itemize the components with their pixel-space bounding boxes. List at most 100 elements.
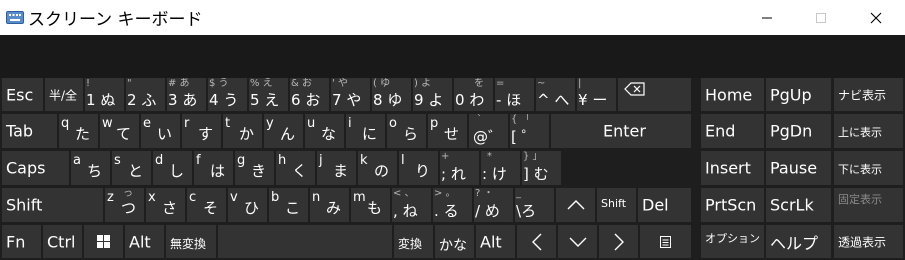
key-arrow-down[interactable] — [558, 225, 597, 258]
key-fn[interactable]: Fn — [2, 225, 41, 258]
key-kana: ひ — [244, 199, 260, 217]
minimize-button[interactable] — [744, 0, 790, 35]
key-shift-right[interactable]: Shift — [597, 188, 636, 222]
key-shift-left[interactable]: Shift — [2, 188, 103, 222]
key-backslash[interactable]: _ \ろ — [515, 188, 554, 222]
key-prtscn[interactable]: PrtScn — [701, 188, 764, 222]
maximize-button[interactable] — [798, 0, 844, 35]
key-left-bracket[interactable]: { 「 [ ゜ — [510, 114, 549, 148]
key-colon[interactable]: *: け — [481, 151, 520, 185]
key-backspace[interactable] — [618, 78, 691, 111]
key-9[interactable]: ) よ 9 よ — [413, 78, 452, 111]
key-n[interactable]: nみ — [310, 188, 349, 222]
key-windows[interactable] — [84, 225, 123, 258]
key-label: 1 ぬ — [86, 91, 116, 109]
key-e[interactable]: eい — [141, 114, 180, 148]
key-j[interactable]: jま — [317, 151, 356, 185]
key-navi-display[interactable]: ナビ表示 — [834, 78, 903, 111]
key-l[interactable]: lり — [399, 151, 438, 185]
key-s[interactable]: sと — [112, 151, 151, 185]
key-help[interactable]: ヘルプ — [766, 225, 831, 258]
key-k[interactable]: kの — [358, 151, 397, 185]
key-8[interactable]: ( ゆ 8 ゆ — [372, 78, 411, 111]
key-options[interactable]: オプション — [701, 225, 764, 258]
key-z[interactable]: zっつ — [105, 188, 144, 222]
key-caret[interactable]: ~ ^ へ — [536, 78, 575, 111]
key-h[interactable]: hく — [276, 151, 315, 185]
key-dock[interactable]: 固定表示 — [834, 188, 903, 222]
key-end[interactable]: End — [701, 114, 764, 148]
key-hankaku-zenkaku[interactable]: 半/全 — [45, 78, 83, 111]
key-label: 半/全 — [49, 88, 78, 102]
key-g[interactable]: gき — [235, 151, 274, 185]
key-d[interactable]: dし — [153, 151, 192, 185]
key-pause[interactable]: Pause — [766, 151, 831, 185]
key-x[interactable]: xさ — [146, 188, 185, 222]
key-comma[interactable]: < 、 , ね — [392, 188, 431, 222]
key-q[interactable]: qた — [59, 114, 98, 148]
key-o[interactable]: oら — [387, 114, 426, 148]
key-label: Home — [705, 85, 753, 104]
key-henkan[interactable]: 変換 — [394, 225, 433, 258]
key-kana[interactable]: かな — [435, 225, 474, 258]
key-b[interactable]: bこ — [269, 188, 308, 222]
key-7[interactable]: ' や 7 や — [331, 78, 370, 111]
key-c[interactable]: cそ — [187, 188, 226, 222]
key-minus[interactable]: = - ほ — [495, 78, 534, 111]
key-r[interactable]: rす — [182, 114, 221, 148]
key-arrow-right[interactable] — [599, 225, 638, 258]
key-5[interactable]: % え 5 え — [249, 78, 288, 111]
key-p[interactable]: pせ — [428, 114, 467, 148]
key-m[interactable]: mも — [351, 188, 390, 222]
key-insert[interactable]: Insert — [701, 151, 764, 185]
key-space[interactable] — [218, 225, 392, 258]
key-slash[interactable]: ? ・ / め — [474, 188, 513, 222]
key-muhenkan[interactable]: 無変換 — [166, 225, 216, 258]
key-label: End — [705, 121, 736, 141]
key-arrow-up[interactable] — [556, 188, 595, 222]
key-fade[interactable]: 透過表示 — [834, 225, 903, 258]
key-esc[interactable]: Esc — [2, 78, 43, 111]
key-home[interactable]: Home — [701, 78, 764, 111]
close-button[interactable] — [853, 0, 899, 35]
key-2[interactable]: " 2 ふ — [126, 78, 165, 111]
key-alt-right[interactable]: Alt — [476, 225, 515, 258]
key-at[interactable]: ` @゛ — [469, 114, 508, 148]
key-pgdn[interactable]: PgDn — [766, 114, 831, 148]
maximize-icon — [816, 12, 826, 23]
key-letter: g — [237, 153, 246, 168]
key-arrow-left[interactable] — [517, 225, 556, 258]
key-letter: q — [61, 116, 70, 131]
key-f[interactable]: fは — [194, 151, 233, 185]
key-tab[interactable]: Tab — [2, 114, 57, 148]
key-enter[interactable]: Enter — [551, 114, 691, 148]
key-3[interactable]: # あ 3 あ — [167, 78, 206, 111]
key-move-up[interactable]: 上に表示 — [834, 114, 903, 148]
key-ctrl[interactable]: Ctrl — [43, 225, 82, 258]
key-kana: そ — [203, 199, 219, 217]
key-kana: に — [362, 125, 378, 143]
key-right-bracket[interactable]: } 」] む — [522, 151, 561, 185]
key-pgup[interactable]: PgUp — [766, 78, 831, 111]
key-move-down[interactable]: 下に表示 — [834, 151, 903, 185]
key-scrlk[interactable]: ScrLk — [766, 188, 831, 222]
key-alt-left[interactable]: Alt — [125, 225, 164, 258]
key-shift-label: ( ゆ — [373, 78, 391, 89]
key-del[interactable]: Del — [638, 188, 691, 222]
key-u[interactable]: uな — [305, 114, 344, 148]
key-y[interactable]: yん — [264, 114, 303, 148]
key-t[interactable]: tか — [223, 114, 262, 148]
key-yen[interactable]: | ¥ ー — [577, 78, 616, 111]
key-i[interactable]: iに — [346, 114, 385, 148]
key-4[interactable]: $ う 4 う — [208, 78, 247, 111]
key-v[interactable]: vひ — [228, 188, 267, 222]
key-a[interactable]: aち — [71, 151, 110, 185]
key-6[interactable]: & お 6 お — [290, 78, 329, 111]
key-w[interactable]: wて — [100, 114, 139, 148]
key-semicolon[interactable]: + ; れ — [440, 151, 479, 185]
key-menu[interactable] — [640, 225, 691, 258]
key-period[interactable]: > 。 . る — [433, 188, 472, 222]
key-caps[interactable]: Caps — [2, 151, 69, 185]
key-1[interactable]: ! 1 ぬ — [85, 78, 124, 111]
key-0[interactable]: を 0 わ — [454, 78, 493, 111]
